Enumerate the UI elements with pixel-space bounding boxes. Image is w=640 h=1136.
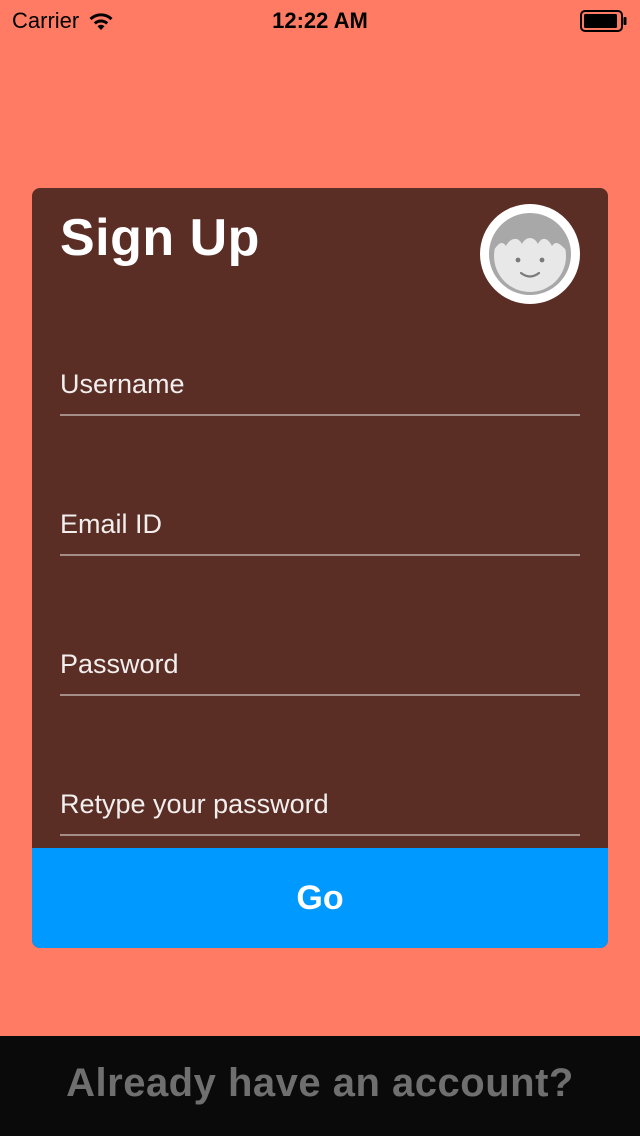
footer: Already have an account? bbox=[0, 1036, 640, 1136]
email-field-container bbox=[60, 494, 580, 556]
retype-password-field[interactable] bbox=[60, 784, 580, 824]
go-button[interactable]: Go bbox=[32, 848, 608, 948]
page-title: Sign Up bbox=[60, 209, 260, 267]
retype-password-field-container bbox=[60, 774, 580, 836]
username-field-container bbox=[60, 354, 580, 416]
clock: 12:22 AM bbox=[272, 8, 368, 33]
avatar[interactable] bbox=[480, 204, 580, 304]
email-field[interactable] bbox=[60, 504, 580, 544]
password-field[interactable] bbox=[60, 644, 580, 684]
login-link[interactable]: Already have an account? bbox=[0, 1058, 640, 1108]
password-field-container bbox=[60, 634, 580, 696]
status-bar: Carrier 12:22 AM bbox=[0, 0, 640, 40]
signup-card: Sign Up Go bbox=[32, 188, 608, 948]
avatar-face-icon bbox=[484, 208, 576, 300]
battery-icon bbox=[580, 10, 628, 32]
username-field[interactable] bbox=[60, 364, 580, 404]
